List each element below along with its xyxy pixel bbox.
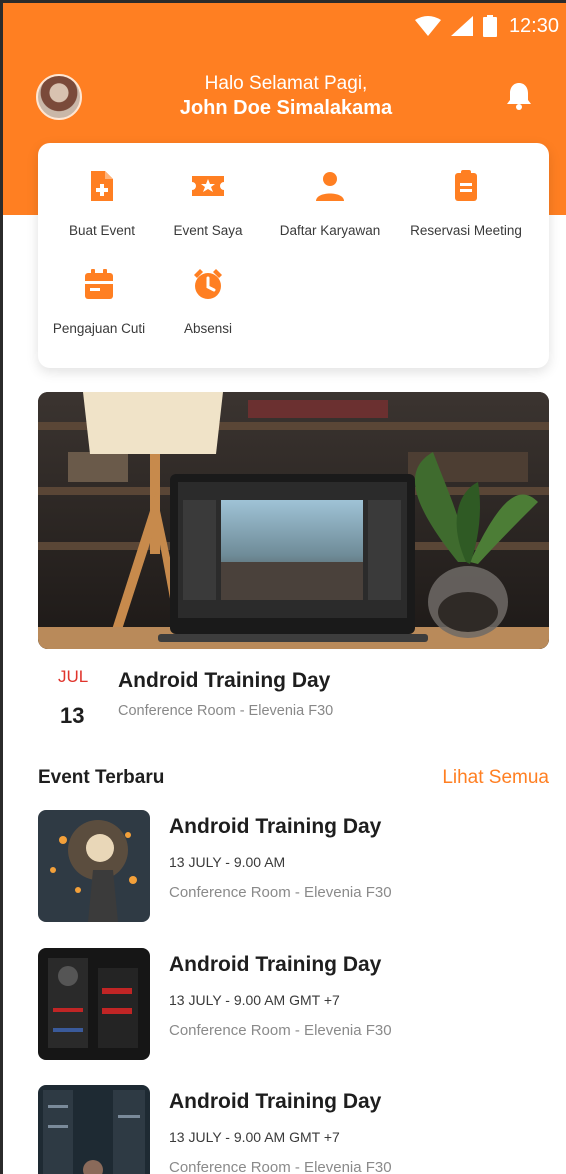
greeting: Halo Selamat Pagi, John Doe Simalakama (3, 71, 566, 120)
menu-card: Buat Event Event Saya Daftar Karyawan Re… (38, 143, 549, 368)
event-thumbnail (38, 810, 150, 922)
user-name: John Doe Simalakama (179, 97, 393, 119)
event-date: 13 JULY - 9.00 AM GMT +7 (169, 992, 340, 1008)
greeting-row: Halo Selamat Pagi, John Doe Simalakama (3, 71, 566, 127)
event-location: Conference Room - Elevenia F30 (169, 1159, 392, 1174)
event-title: Android Training Day (169, 953, 382, 976)
status-icons (414, 15, 497, 37)
menu-item-label: Absensi (183, 321, 233, 336)
alarm-clock-icon (194, 269, 222, 299)
bell-icon[interactable] (506, 81, 532, 111)
event-title: Android Training Day (169, 815, 382, 838)
featured-event-month: JUL (58, 667, 89, 686)
ticket-icon (192, 176, 224, 196)
menu-item-absensi[interactable]: Absensi (144, 267, 272, 336)
menu-item-label: Event Saya (173, 223, 243, 238)
featured-event-image[interactable] (38, 392, 549, 649)
menu-item-label: Daftar Karyawan (279, 223, 381, 238)
greeting-text: Halo Selamat Pagi, (204, 73, 368, 94)
section-title: Event Terbaru (38, 767, 165, 788)
event-location: Conference Room - Elevenia F30 (169, 1022, 392, 1039)
laptop-photo (38, 392, 549, 649)
status-time: 12:30 (508, 14, 559, 37)
see-all-link[interactable]: Lihat Semua (442, 767, 549, 789)
menu-item-daftar-karyawan[interactable]: Daftar Karyawan (266, 169, 394, 238)
menu-item-event-saya[interactable]: Event Saya (144, 169, 272, 238)
battery-icon (482, 15, 497, 37)
person-icon (316, 172, 344, 201)
signal-icon (450, 16, 473, 36)
list-item[interactable]: Android Training Day 13 JULY - 9.00 AM C… (38, 810, 549, 922)
add-document-icon (91, 171, 113, 201)
featured-event-day: 13 (60, 703, 85, 728)
app-screen: 12:30 Halo Selamat Pagi, John Doe Simala… (0, 0, 566, 1174)
event-thumbnail (38, 1085, 150, 1174)
featured-event-location: Conference Room - Elevenia F30 (118, 703, 334, 719)
featured-event-title: Android Training Day (118, 669, 331, 692)
calendar-icon (85, 269, 113, 299)
list-item[interactable]: Android Training Day 13 JULY - 9.00 AM G… (38, 948, 549, 1060)
event-date: 13 JULY - 9.00 AM GMT +7 (169, 1129, 340, 1145)
menu-item-reservasi-meeting[interactable]: Reservasi Meeting (402, 169, 530, 238)
event-thumbnail (38, 948, 150, 1060)
event-title: Android Training Day (169, 1090, 382, 1113)
event-location: Conference Room - Elevenia F30 (169, 884, 392, 901)
status-bar: 12:30 (3, 3, 566, 49)
event-date: 13 JULY - 9.00 AM (169, 854, 286, 870)
wifi-icon (414, 16, 441, 36)
featured-event[interactable]: JUL 13 Android Training Day Conference R… (38, 663, 549, 733)
latest-events-header: Event Terbaru Lihat Semua (38, 767, 549, 793)
menu-item-label: Reservasi Meeting (410, 223, 522, 238)
list-item[interactable]: Android Training Day 13 JULY - 9.00 AM G… (38, 1085, 549, 1174)
clipboard-icon (455, 170, 477, 201)
